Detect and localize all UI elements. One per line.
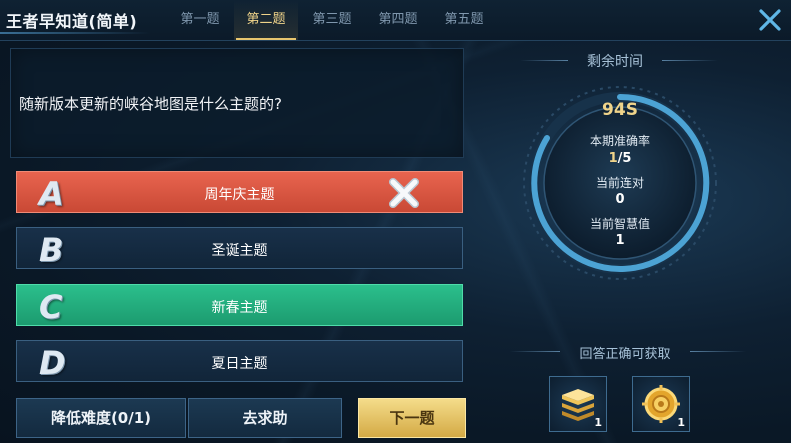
reward-label: 回答正确可获取: [579, 347, 671, 362]
tab-question-2[interactable]: 第二题: [234, 0, 298, 40]
option-a[interactable]: A 周年庆主题: [16, 171, 463, 213]
decor-line-right: [662, 60, 718, 61]
header-bar: 王者早知道(简单) 第一题 第二题 第三题 第四题 第五题: [0, 0, 791, 41]
accuracy-total: /5: [617, 151, 632, 166]
timer-value: 94S: [602, 100, 638, 120]
close-button[interactable]: [756, 6, 784, 34]
lower-difficulty-button[interactable]: 降低难度(0/1): [16, 398, 186, 438]
question-text: 随新版本更新的峡谷地图是什么主题的?: [19, 95, 282, 113]
reward-count: 1: [594, 416, 602, 429]
streak-label: 当前连对: [595, 176, 644, 190]
reward-decor-right: [690, 351, 746, 352]
option-text: 新春主题: [211, 300, 268, 316]
next-question-button[interactable]: 下一题: [358, 398, 466, 438]
tab-question-4[interactable]: 第四题: [366, 0, 430, 40]
reward-item-book[interactable]: 1: [549, 376, 607, 432]
decor-line-left: [520, 60, 568, 61]
reward-count: 1: [677, 416, 685, 429]
accuracy-value: 1/5: [520, 151, 720, 166]
reward-decor-left: [510, 351, 560, 352]
wisdom-value: 1: [615, 233, 625, 248]
option-b[interactable]: B 圣诞主题: [16, 227, 463, 269]
title-underline: [0, 32, 150, 34]
remaining-time-label: 剩余时间: [587, 54, 643, 70]
wisdom-label: 当前智慧值: [589, 217, 650, 231]
question-tabs: 第一题 第二题 第三题 第四题 第五题: [168, 0, 498, 40]
tab-question-5[interactable]: 第五题: [432, 0, 496, 40]
wrong-x-icon: [389, 178, 419, 208]
question-panel: 随新版本更新的峡谷地图是什么主题的?: [10, 48, 464, 158]
option-d[interactable]: D 夏日主题: [16, 340, 463, 382]
option-text: 夏日主题: [211, 356, 268, 372]
ask-help-button[interactable]: 去求助: [188, 398, 342, 438]
page-title: 王者早知道(简单): [6, 12, 138, 31]
reward-item-token[interactable]: 1: [632, 376, 690, 432]
tab-question-1[interactable]: 第一题: [168, 0, 232, 40]
tab-question-3[interactable]: 第三题: [300, 0, 364, 40]
option-c[interactable]: C 新春主题: [16, 284, 463, 326]
option-text: 圣诞主题: [211, 243, 268, 259]
accuracy-label: 本期准确率: [589, 134, 650, 148]
close-icon: [759, 9, 781, 31]
streak-value: 0: [615, 192, 625, 207]
accuracy-correct: 1: [608, 151, 618, 166]
